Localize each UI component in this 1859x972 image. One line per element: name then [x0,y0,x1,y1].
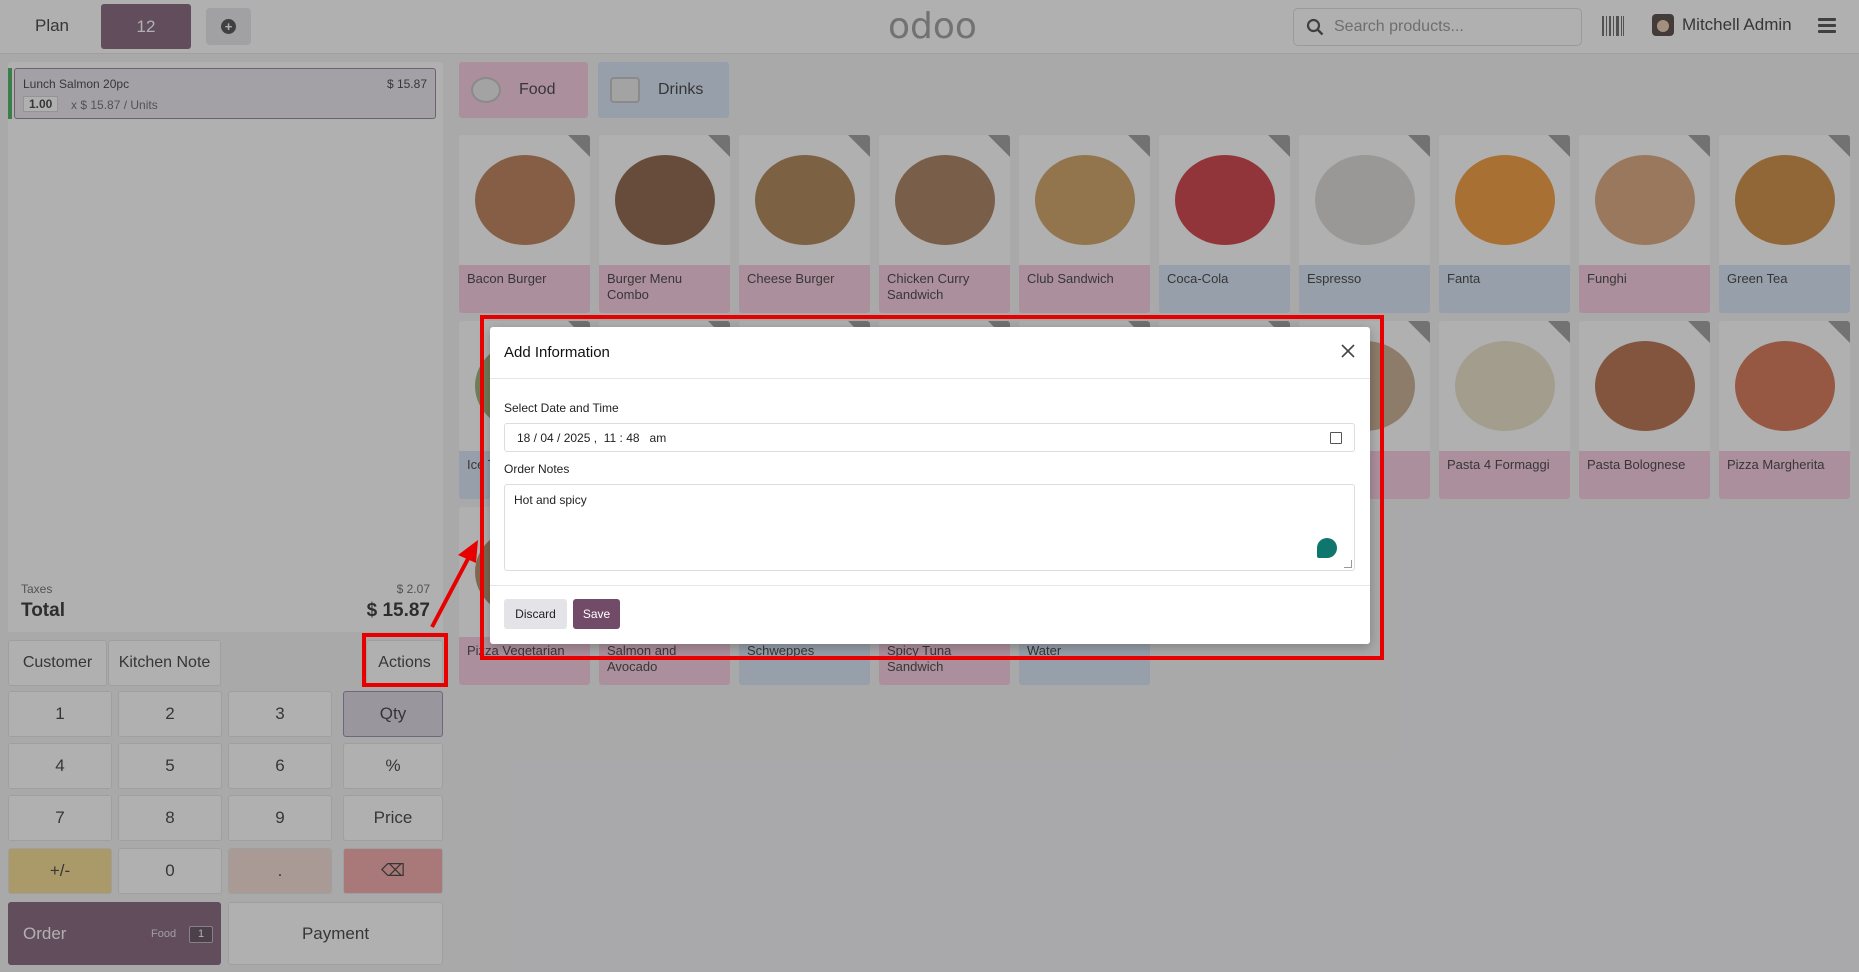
annotation-highlight-actions [362,633,448,687]
annotation-highlight-dialog [480,315,1384,660]
